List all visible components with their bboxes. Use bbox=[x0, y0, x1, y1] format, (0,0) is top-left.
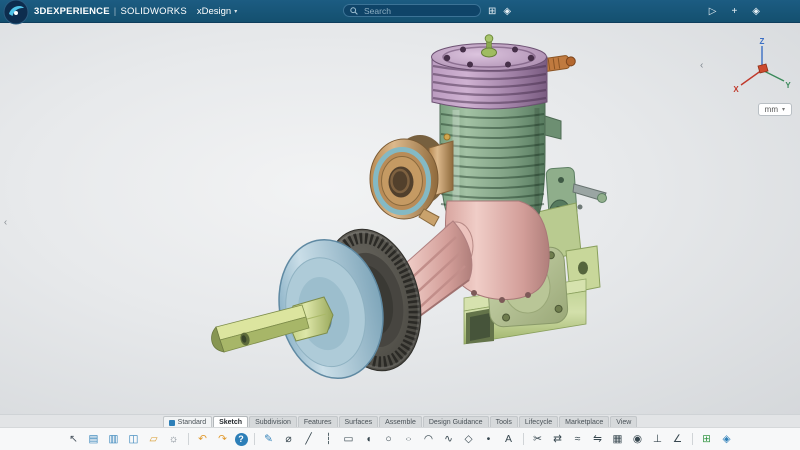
import-icon[interactable]: ▱ bbox=[146, 431, 162, 447]
slot-icon[interactable]: ◖ bbox=[361, 431, 377, 447]
topbar-actions: ▷ + ◈ bbox=[709, 0, 760, 22]
snap-settings-icon[interactable]: ◈ bbox=[719, 431, 735, 447]
offset-icon[interactable]: ≈ bbox=[570, 431, 586, 447]
brand-solidworks: SOLIDWORKS bbox=[120, 6, 186, 17]
trim-icon[interactable]: ✂ bbox=[530, 431, 546, 447]
toolbar-separator bbox=[188, 433, 189, 445]
units-caret-icon: ▾ bbox=[782, 106, 785, 113]
grid-toggle-icon[interactable]: ⊞ bbox=[699, 431, 715, 447]
linear-pattern-icon[interactable]: ▦ bbox=[610, 431, 626, 447]
share-icon[interactable]: ▷ bbox=[709, 6, 717, 17]
redo-icon[interactable]: ↷ bbox=[215, 431, 231, 447]
measure-icon[interactable]: ∠ bbox=[670, 431, 686, 447]
undo-icon[interactable]: ↶ bbox=[195, 431, 211, 447]
app-switcher[interactable]: xDesign ▾ bbox=[197, 6, 237, 17]
circle-icon[interactable]: ○ bbox=[381, 431, 397, 447]
polygon-icon[interactable]: ◇ bbox=[461, 431, 477, 447]
bookmark-icon[interactable]: ◈ bbox=[752, 6, 760, 17]
brand-3dexperience: 3DEXPERIENCE bbox=[34, 6, 110, 17]
toolbar-separator bbox=[523, 433, 524, 445]
select-tool-icon[interactable]: ↖ bbox=[66, 431, 82, 447]
centerline-icon[interactable]: ┆ bbox=[321, 431, 337, 447]
help-icon[interactable]: ? bbox=[235, 433, 248, 446]
ellipse-icon[interactable]: ○ bbox=[401, 431, 417, 447]
convert-entities-icon[interactable]: ⇄ bbox=[550, 431, 566, 447]
search-side-actions: ⊞◈ bbox=[488, 3, 511, 19]
advanced-search-icon[interactable]: ⊞ bbox=[488, 6, 496, 17]
triad-z-label: Z bbox=[760, 37, 765, 46]
search-bar bbox=[343, 4, 481, 17]
triad-collapse-button[interactable]: ‹ bbox=[700, 60, 703, 71]
brand-divider: | bbox=[114, 6, 117, 17]
point-icon[interactable]: • bbox=[481, 431, 497, 447]
search-tag-icon[interactable]: ◈ bbox=[503, 6, 511, 17]
top-bar: 3DEXPERIENCE | SOLIDWORKS xDesign ▾ ⊞◈ ▷… bbox=[0, 0, 800, 23]
smart-dimension-icon[interactable]: ⌀ bbox=[281, 431, 297, 447]
circular-pattern-icon[interactable]: ◉ bbox=[630, 431, 646, 447]
paste-icon[interactable]: ▤ bbox=[86, 431, 102, 447]
toolbar: ↖▤▥◫▱☼↶↷?✎⌀╱┆▭◖○○◠∿◇•A✂⇄≈⇋▦◉⊥∠⊞◈ bbox=[0, 427, 800, 450]
line-icon[interactable]: ╱ bbox=[301, 431, 317, 447]
add-content-icon[interactable]: + bbox=[731, 6, 737, 17]
rectangle-icon[interactable]: ▭ bbox=[341, 431, 357, 447]
sketch-pencil-icon[interactable]: ✎ bbox=[261, 431, 277, 447]
save-icon[interactable]: ◫ bbox=[126, 431, 142, 447]
search-input[interactable] bbox=[362, 5, 474, 17]
tab-icon bbox=[169, 420, 175, 426]
triad-x-label: X bbox=[733, 85, 739, 94]
chevron-down-icon: ▾ bbox=[234, 8, 237, 15]
search-icon bbox=[350, 7, 358, 15]
units-dropdown[interactable]: mm ▾ bbox=[758, 103, 792, 116]
arc-icon[interactable]: ◠ bbox=[421, 431, 437, 447]
triad-y-label: Y bbox=[785, 81, 791, 90]
model-canvas[interactable] bbox=[0, 22, 800, 415]
spline-icon[interactable]: ∿ bbox=[441, 431, 457, 447]
left-panel-expander[interactable]: ‹ bbox=[0, 212, 11, 234]
toolbar-separator bbox=[692, 433, 693, 445]
ribbon-tabs: Standard Sketch Subdivision Features Sur… bbox=[0, 414, 800, 428]
orientation-triad[interactable]: Z X Y bbox=[728, 36, 792, 94]
constraint-icon[interactable]: ⊥ bbox=[650, 431, 666, 447]
app-name: xDesign bbox=[197, 6, 231, 17]
brand: 3DEXPERIENCE | SOLIDWORKS bbox=[34, 6, 187, 17]
mirror-icon[interactable]: ⇋ bbox=[590, 431, 606, 447]
text-tool-icon[interactable]: A bbox=[501, 431, 517, 447]
toolbar-separator bbox=[254, 433, 255, 445]
copy-icon[interactable]: ▥ bbox=[106, 431, 122, 447]
3dexperience-compass-logo[interactable] bbox=[3, 0, 29, 25]
xdesign-app: ‹ ‹ Z X Y mm ▾ 3DEXPE bbox=[0, 0, 800, 450]
units-value: mm bbox=[765, 105, 778, 114]
settings-gear-icon[interactable]: ☼ bbox=[166, 431, 182, 447]
view-triad-panel: ‹ Z X Y mm ▾ bbox=[706, 36, 792, 117]
